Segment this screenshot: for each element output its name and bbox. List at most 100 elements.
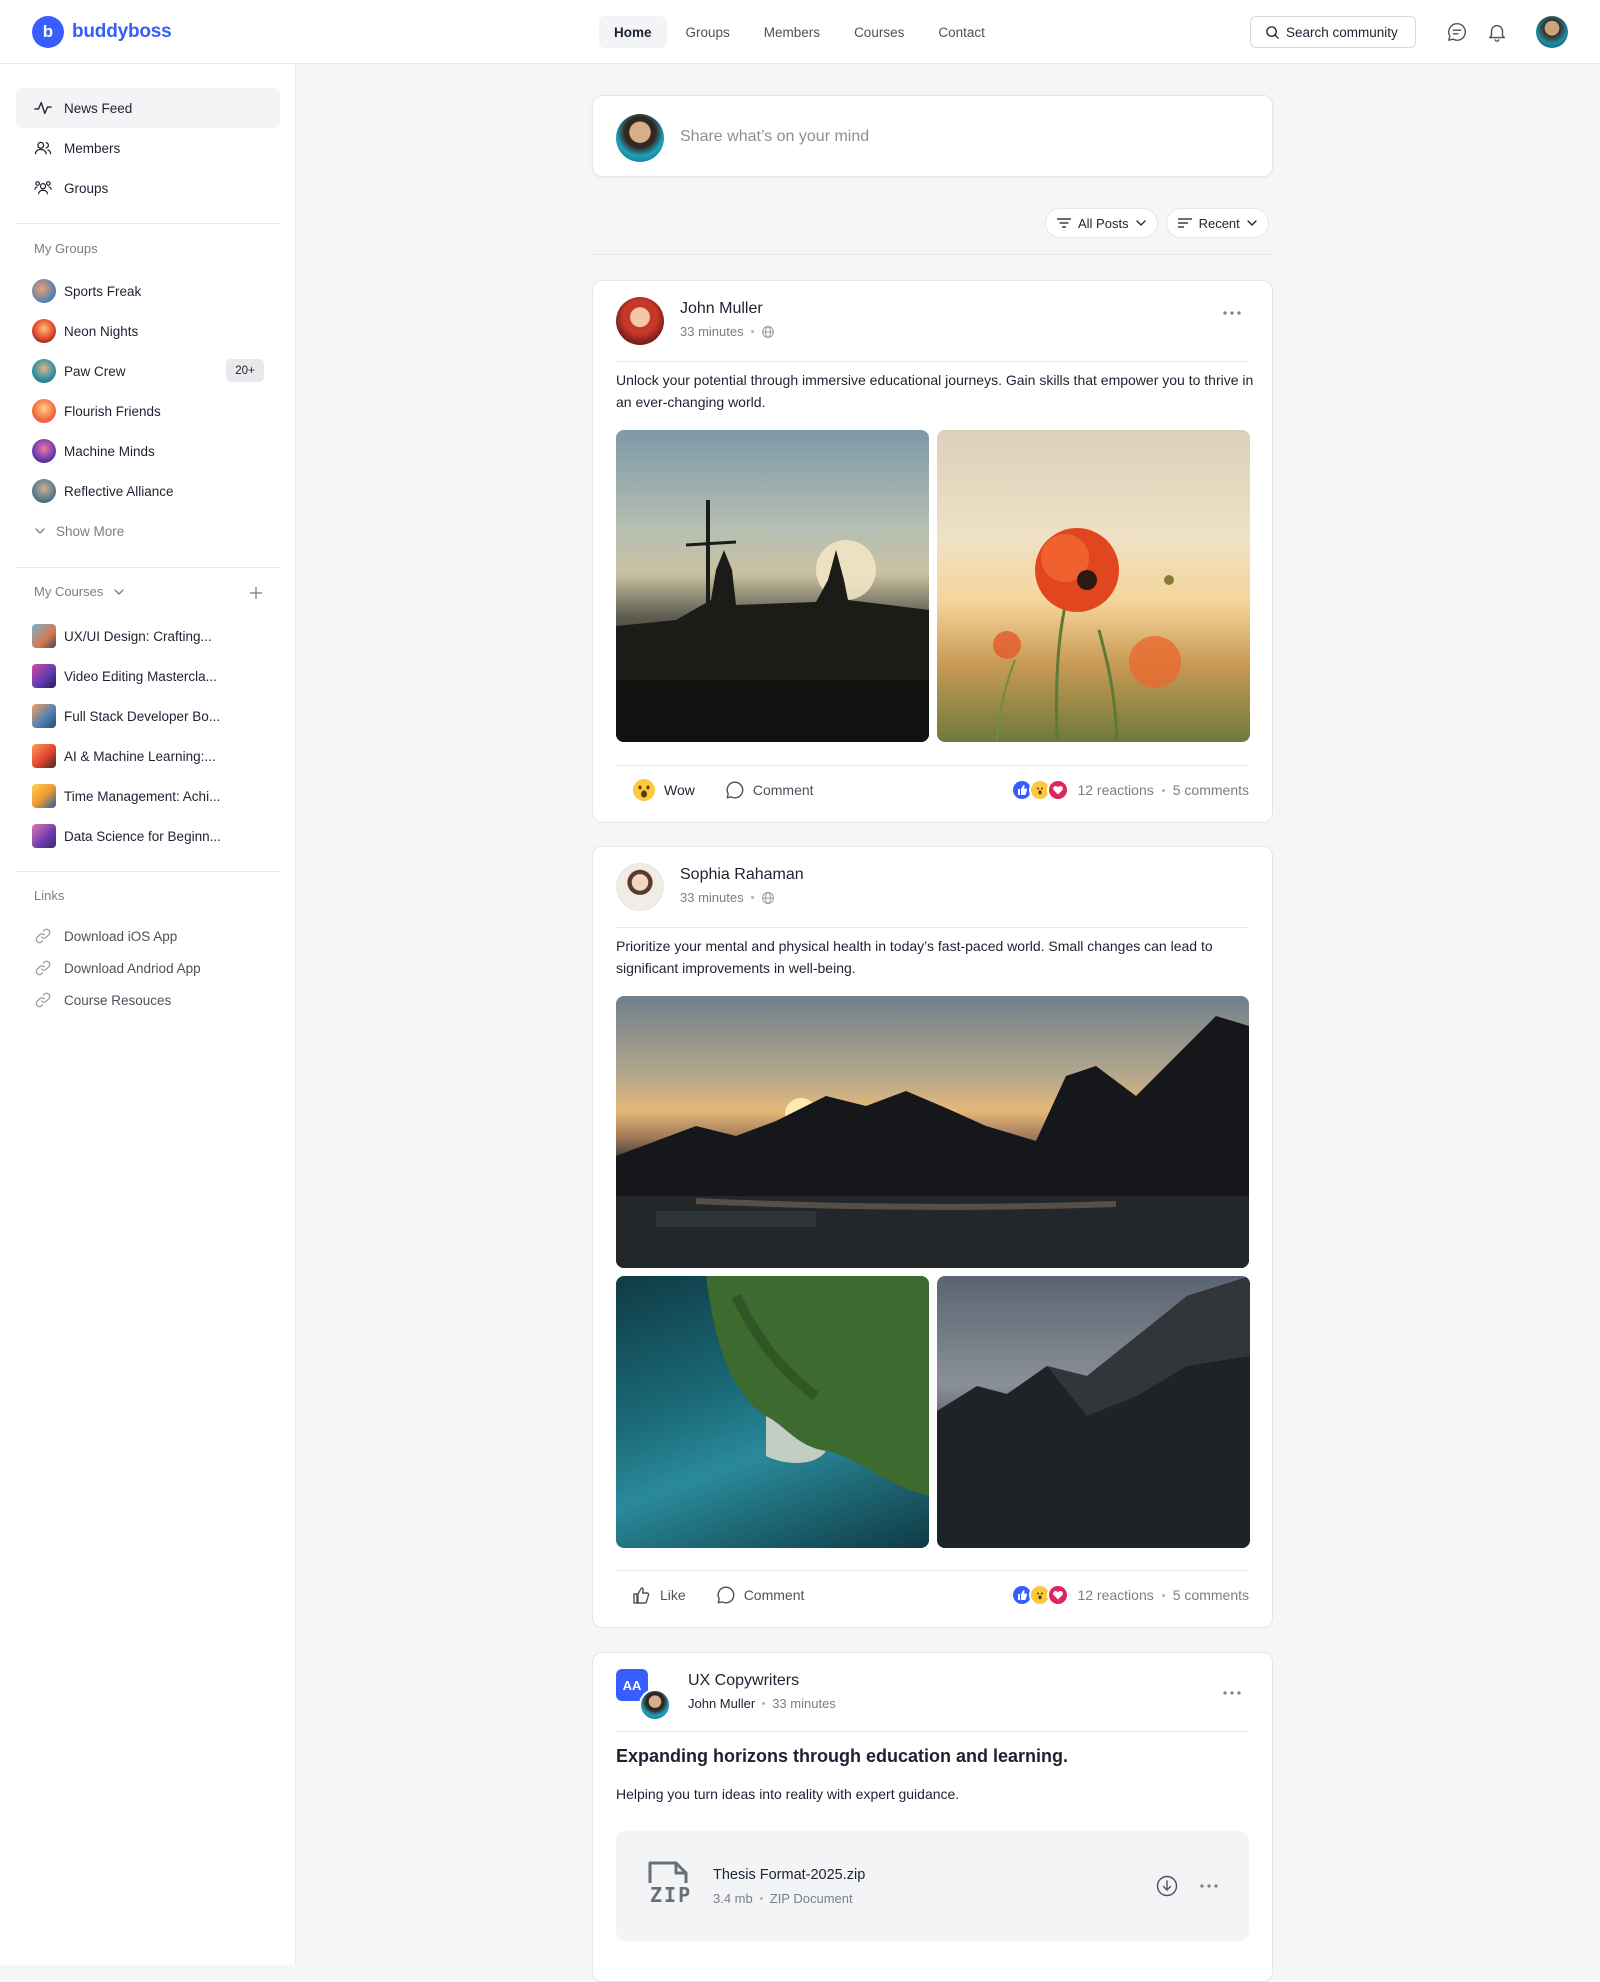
photo-mountain-ridge	[937, 1276, 1250, 1548]
nav-home[interactable]: Home	[599, 16, 667, 48]
notifications-button[interactable]	[1485, 20, 1509, 44]
sidebar-course-item[interactable]: Full Stack Developer Bo...	[16, 698, 280, 734]
reaction-summary[interactable]: 12 reactions 5 comments	[1011, 779, 1249, 801]
post-photo[interactable]	[616, 1276, 929, 1548]
meta-separator	[759, 1897, 763, 1900]
reaction-summary[interactable]: 12 reactions 5 comments	[1011, 1584, 1249, 1606]
sidebar-group-item[interactable]: Reflective Alliance	[16, 473, 280, 509]
post-options-button[interactable]	[1222, 303, 1242, 323]
search-icon	[1266, 25, 1279, 39]
file-attachment[interactable]: ZIP Thesis Format-2025.zip 3.4 mb ZIP Do…	[616, 1831, 1249, 1941]
link-icon	[35, 992, 51, 1008]
sidebar-item-label: News Feed	[64, 100, 133, 116]
sidebar-group-item[interactable]: Paw Crew 20+	[16, 353, 280, 389]
sidebar-divider	[16, 567, 280, 568]
globe-icon	[761, 891, 774, 904]
bell-icon	[1488, 24, 1506, 42]
like-button[interactable]: Like	[632, 1585, 686, 1605]
sidebar-course-item[interactable]: Time Management: Achi...	[16, 778, 280, 814]
post-photo[interactable]	[937, 1276, 1250, 1548]
sidebar-course-item[interactable]: UX/UI Design: Crafting...	[16, 618, 280, 654]
search-community-button[interactable]: Search community	[1250, 16, 1416, 48]
chevron-down-icon	[35, 528, 45, 534]
all-posts-filter[interactable]: All Posts	[1045, 208, 1158, 238]
post-author-avatar[interactable]	[616, 863, 664, 911]
link-download-android[interactable]: Download Andriod App	[16, 952, 280, 984]
brand-name: buddyboss	[72, 21, 172, 42]
sidebar-group-item[interactable]: Sports Freak	[16, 273, 280, 309]
sidebar-item-news-feed[interactable]: News Feed	[16, 88, 280, 128]
comments-count: 5 comments	[1172, 1587, 1249, 1603]
chevron-down-icon	[1135, 220, 1146, 226]
love-reaction-icon	[1047, 779, 1070, 801]
course-name: Video Editing Mastercla...	[64, 668, 217, 684]
nav-members[interactable]: Members	[749, 16, 835, 48]
post-actions: Like Comment 12 reactions 5 comments	[616, 1572, 1249, 1618]
link-course-resources[interactable]: Course Resouces	[16, 984, 280, 1016]
reaction-wow-button[interactable]: Wow	[632, 778, 695, 802]
sidebar-group-item[interactable]: Flourish Friends	[16, 393, 280, 429]
sidebar-course-item[interactable]: Video Editing Mastercla...	[16, 658, 280, 694]
messages-button[interactable]	[1445, 20, 1469, 44]
feed-filters: All Posts Recent	[1045, 208, 1269, 238]
comment-button[interactable]: Comment	[716, 1585, 805, 1605]
group-avatar	[32, 399, 56, 423]
file-options-icon[interactable]	[1200, 1884, 1218, 1888]
nav-groups[interactable]: Groups	[671, 16, 745, 48]
comments-count: 5 comments	[1172, 782, 1249, 798]
course-name: AI & Machine Learning:...	[64, 748, 216, 764]
group-avatar	[32, 319, 56, 343]
post-author-name[interactable]: John Muller	[680, 300, 763, 318]
post-photo[interactable]	[937, 430, 1250, 742]
post-header-divider	[616, 1731, 1249, 1732]
brand-logo[interactable]: b buddyboss	[32, 16, 172, 48]
sidebar-item-label: Members	[64, 140, 121, 156]
sidebar-item-label: Groups	[64, 180, 109, 196]
sidebar-item-groups[interactable]: Groups	[16, 168, 280, 208]
sidebar-divider	[16, 223, 280, 224]
link-label: Download Andriod App	[64, 960, 201, 976]
sidebar-item-members[interactable]: Members	[16, 128, 280, 168]
meta-separator	[750, 896, 754, 899]
post-author-name[interactable]: Sophia Rahaman	[680, 866, 804, 884]
post-photo-wide[interactable]	[616, 996, 1249, 1268]
post-options-button[interactable]	[1222, 1683, 1242, 1703]
sidebar-group-item[interactable]: Neon Nights	[16, 313, 280, 349]
post-author-name[interactable]: John Muller	[688, 1696, 755, 1711]
group-name: Machine Minds	[64, 443, 155, 459]
group-count-badge: 20+	[226, 359, 264, 382]
group-name[interactable]: UX Copywriters	[688, 1672, 799, 1690]
show-more-groups-button[interactable]: Show More	[16, 513, 280, 549]
link-icon	[35, 960, 51, 976]
show-more-label: Show More	[56, 523, 125, 539]
sidebar-group-item[interactable]: Machine Minds	[16, 433, 280, 469]
post-composer[interactable]: Share what’s on your mind	[592, 95, 1273, 177]
course-name: Full Stack Developer Bo...	[64, 708, 221, 724]
comment-label: Comment	[743, 1587, 805, 1603]
meta-separator	[1161, 788, 1165, 792]
post-author-avatar[interactable]	[639, 1689, 671, 1721]
comment-button[interactable]: Comment	[725, 780, 814, 800]
download-icon[interactable]	[1156, 1875, 1178, 1897]
messages-icon	[1448, 23, 1466, 41]
user-avatar[interactable]	[1536, 16, 1568, 48]
recent-sort-filter[interactable]: Recent	[1165, 208, 1269, 238]
file-name[interactable]: Thesis Format-2025.zip	[713, 1867, 865, 1883]
photo-mountains-sunset	[616, 1016, 1249, 1268]
nav-courses[interactable]: Courses	[839, 16, 919, 48]
globe-icon	[761, 325, 774, 338]
post-meta: 33 minutes	[680, 890, 775, 905]
nav-contact[interactable]: Contact	[923, 16, 1000, 48]
post-author-avatar[interactable]	[616, 297, 664, 345]
sidebar-course-item[interactable]: AI & Machine Learning:...	[16, 738, 280, 774]
post-photo[interactable]	[616, 430, 929, 742]
course-thumbnail	[32, 664, 56, 688]
add-course-icon[interactable]	[248, 585, 264, 601]
composer-placeholder[interactable]: Share what’s on your mind	[680, 128, 869, 146]
my-courses-heading[interactable]: My Courses	[34, 584, 125, 599]
course-name: Time Management: Achi...	[64, 788, 221, 804]
sidebar-course-item[interactable]: Data Science for Beginn...	[16, 818, 280, 854]
link-download-ios[interactable]: Download iOS App	[16, 920, 280, 952]
group-name: Paw Crew	[64, 363, 126, 379]
post-time: 33 minutes	[772, 1696, 836, 1711]
